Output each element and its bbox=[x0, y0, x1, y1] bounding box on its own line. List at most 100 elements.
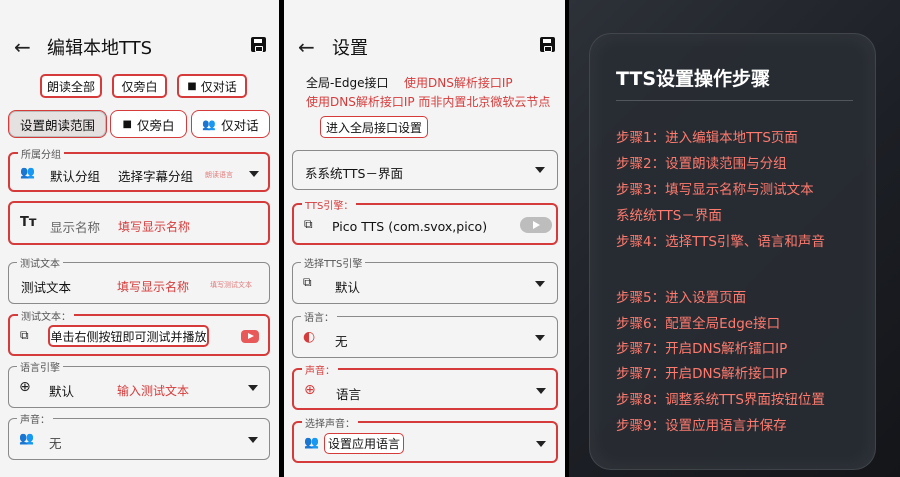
test-text-play-field[interactable]: 测试文本： ⧉ 单击右侧按钮即可测试并播放 bbox=[8, 308, 270, 356]
step-item: 步骤8：调整系统TTS界面按钮位置 bbox=[616, 392, 825, 408]
display-name-placeholder: 显示名称 bbox=[50, 220, 101, 235]
play-button-icon[interactable] bbox=[241, 330, 259, 343]
segment-label: 仅旁白 bbox=[136, 117, 175, 133]
divider bbox=[616, 100, 853, 101]
steps-panel: TTS设置操作步骤 步骤1：进入编辑本地TTS页面 步骤2：设置朗读范围与分组 … bbox=[569, 0, 900, 477]
segment-read-scope[interactable]: 设置朗读范围 bbox=[8, 110, 107, 138]
people-icon: 👥 bbox=[202, 117, 217, 131]
display-name-note: 填写显示名称 bbox=[118, 220, 191, 234]
group-icon: 👥 bbox=[20, 165, 35, 179]
language-value: 无 bbox=[335, 334, 348, 349]
system-tts-value: 系系统TTS－界面 bbox=[305, 166, 403, 181]
edit-local-tts-screen: ← 编辑本地TTS 朗读全部 仅旁白 ■ 仅对话 设置朗读范围 ■ 仅旁白 👥 仅对话… bbox=[0, 0, 279, 477]
global-interface-settings-button[interactable]: 进入全局接口设置 bbox=[320, 116, 428, 138]
field-label: 测试文本 bbox=[17, 255, 63, 270]
book-icon: ■ bbox=[187, 80, 197, 92]
language-note: 输入测试文本 bbox=[117, 384, 190, 398]
test-play-note: 单击右侧按钮即可测试并播放 bbox=[48, 325, 209, 347]
translate-icon: ⧉ bbox=[304, 217, 313, 231]
people-icon: 👥 bbox=[19, 431, 34, 445]
segment-narration[interactable]: ■ 仅旁白 bbox=[110, 110, 187, 138]
field-label: 声音： bbox=[17, 411, 53, 426]
step-item: 步骤2：设置朗读范围与分组 bbox=[616, 156, 787, 172]
chip-read-all[interactable]: 朗读全部 bbox=[40, 74, 102, 98]
steps-title: TTS设置操作步骤 bbox=[616, 68, 771, 90]
tts-engine-field[interactable]: TTS引擎： ⧉ Pico TTS (com.svox,pico) bbox=[292, 197, 558, 245]
group-value: 默认分组 bbox=[50, 169, 101, 184]
chevron-down-icon bbox=[535, 281, 545, 287]
test-text-value: 测试文本 bbox=[21, 280, 72, 295]
book-icon: ■ bbox=[122, 118, 132, 130]
field-label: 所属分组 bbox=[18, 146, 64, 161]
segment-label: 设置朗读范围 bbox=[19, 117, 95, 133]
language-engine-dropdown[interactable]: 语言引擎 ⊕ 默认 输入测试文本 bbox=[8, 359, 270, 408]
field-label: 语言： bbox=[301, 309, 337, 324]
chevron-down-icon bbox=[535, 335, 545, 341]
chevron-down-icon bbox=[248, 385, 258, 391]
group-dropdown[interactable]: 所属分组 👥 默认分组 选择字幕分组 朗读语言 bbox=[8, 146, 270, 192]
page-title: 编辑本地TTS bbox=[47, 38, 153, 59]
test-text-field[interactable]: 测试文本 测试文本 填写显示名称 填写测试文本 bbox=[8, 255, 270, 304]
globe-icon: ⊕ bbox=[19, 379, 31, 395]
global-edge-label: 全局-Edge接口 bbox=[306, 76, 389, 90]
translate-icon: ⧉ bbox=[20, 328, 29, 342]
field-label: 语言引擎 bbox=[17, 359, 63, 374]
step-item: 步骤9：设置应用语言并保存 bbox=[616, 418, 787, 434]
group-hint: 朗读语言 bbox=[205, 171, 233, 179]
play-toggle[interactable] bbox=[520, 217, 552, 233]
voice-value: 无 bbox=[49, 436, 62, 451]
chip-label: 朗读全部 bbox=[46, 79, 95, 94]
settings-screen: ← 设置 全局-Edge接口 使用DNS解析接口IP 使用DNS解析接口IP 而… bbox=[284, 0, 565, 477]
save-icon[interactable] bbox=[251, 37, 266, 52]
language-value: 默认 bbox=[49, 384, 75, 399]
back-arrow-icon[interactable]: ← bbox=[14, 35, 31, 59]
people-icon: 👥 bbox=[304, 435, 319, 449]
save-icon[interactable] bbox=[540, 37, 555, 52]
step-item: 步骤6：配置全局Edge接口 bbox=[616, 316, 781, 332]
segment-dialogue[interactable]: 👥 仅对话 bbox=[191, 110, 270, 138]
display-name-field[interactable]: Tт 显示名称 填写显示名称 bbox=[8, 201, 270, 245]
tts-engine-value: Pico TTS (com.svox,pico) bbox=[332, 219, 488, 234]
step-item: 步骤1：进入编辑本地TTS页面 bbox=[616, 130, 798, 146]
chevron-down-icon bbox=[536, 388, 546, 394]
field-label: 选择声音： bbox=[302, 415, 358, 430]
group-link: 选择字幕分组 bbox=[118, 169, 194, 184]
chevron-down-icon bbox=[249, 171, 259, 177]
select-voice-dropdown[interactable]: 选择声音： 👥 设置应用语言 bbox=[292, 415, 558, 463]
button-label: 进入全局接口设置 bbox=[325, 120, 422, 135]
text-format-icon: Tт bbox=[20, 215, 37, 230]
chip-label: 仅旁白 bbox=[121, 79, 158, 94]
language-dropdown[interactable]: 语言： ◐ 无 bbox=[292, 309, 558, 358]
screenshot-collage: ← 编辑本地TTS 朗读全部 仅旁白 ■ 仅对话 设置朗读范围 ■ 仅旁白 👥 仅对话… bbox=[0, 0, 900, 477]
note-text: 单击右侧按钮即可测试并播放 bbox=[50, 329, 207, 344]
step-item: 步骤3：填写显示名称与测试文本 bbox=[616, 182, 814, 198]
field-label: 选择TTS引擎 bbox=[301, 255, 366, 270]
step-item: 步骤5：进入设置页面 bbox=[616, 290, 747, 306]
system-tts-dropdown[interactable]: 系系统TTS－界面 bbox=[292, 150, 558, 190]
translate-icon: ⧉ bbox=[303, 275, 312, 289]
field-label: TTS引擎： bbox=[302, 197, 357, 212]
dns-note: 使用DNS解析接口IP bbox=[404, 76, 513, 90]
chevron-down-icon bbox=[248, 437, 258, 443]
test-text-hint: 填写测试文本 bbox=[210, 281, 252, 289]
chip-narration-only[interactable]: 仅旁白 bbox=[112, 74, 167, 98]
chip-dialogue-only[interactable]: ■ 仅对话 bbox=[177, 74, 247, 98]
note-text: 设置应用语言 bbox=[327, 437, 400, 451]
back-arrow-icon[interactable]: ← bbox=[298, 35, 315, 59]
voice-dropdown[interactable]: 声音： 👥 无 bbox=[8, 411, 270, 460]
globe-icon: ⊕ bbox=[304, 382, 316, 398]
chat-icon: ◐ bbox=[303, 329, 316, 345]
steps-card: TTS设置操作步骤 步骤1：进入编辑本地TTS页面 步骤2：设置朗读范围与分组 … bbox=[589, 33, 876, 470]
select-tts-engine-dropdown[interactable]: 选择TTS引擎 ⧉ 默认 bbox=[292, 255, 558, 304]
chevron-down-icon bbox=[536, 441, 546, 447]
chevron-down-icon bbox=[535, 167, 545, 173]
voice-dropdown[interactable]: 声音： ⊕ 语言 bbox=[292, 362, 558, 410]
step-item: 步骤7：开启DNS解析镭口IP bbox=[616, 341, 788, 357]
field-label: 声音： bbox=[302, 362, 338, 377]
page-title: 设置 bbox=[332, 38, 368, 59]
step-item: 步骤4：选择TTS引擎、语言和声音 bbox=[616, 234, 825, 250]
chip-label: 仅对话 bbox=[200, 79, 237, 94]
field-label: 测试文本： bbox=[18, 308, 74, 323]
voice-value: 语言 bbox=[336, 387, 362, 402]
segment-label: 仅对话 bbox=[221, 117, 259, 133]
